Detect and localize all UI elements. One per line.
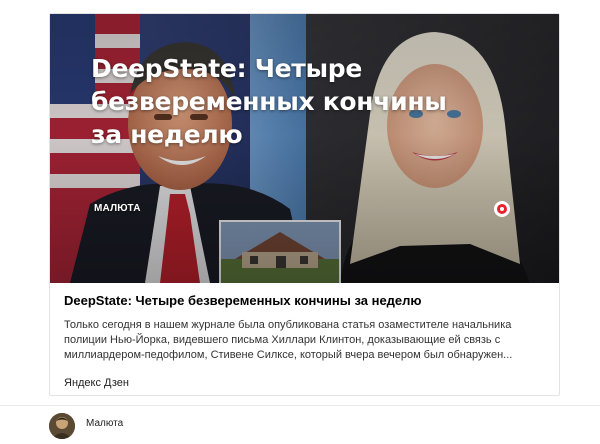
avatar-image (49, 413, 75, 439)
article-body: DeepState: Четыре безвеременных кончины … (64, 292, 548, 390)
article-source: Яндекс Дзен (64, 377, 129, 389)
article-snippet: Только сегодня в нашем журнале была опуб… (64, 319, 513, 361)
hero-image[interactable]: DeepState: Четыре безвеременных кончины … (50, 14, 559, 283)
author-row[interactable]: Малюта (49, 412, 123, 440)
divider (0, 405, 600, 406)
avatar[interactable] (49, 413, 75, 439)
hero-source-label: МАЛЮТА (94, 203, 141, 214)
hero-title: DeepState: Четыре безвеременных кончины … (91, 54, 447, 149)
article-title[interactable]: DeepState: Четыре безвеременных кончины … (64, 292, 548, 309)
article-card[interactable]: DeepState: Четыре безвеременных кончины … (49, 13, 560, 396)
zen-logo-icon (494, 201, 510, 217)
page: DeepState: Четыре безвеременных кончины … (0, 0, 600, 444)
author-name[interactable]: Малюта (86, 418, 123, 429)
